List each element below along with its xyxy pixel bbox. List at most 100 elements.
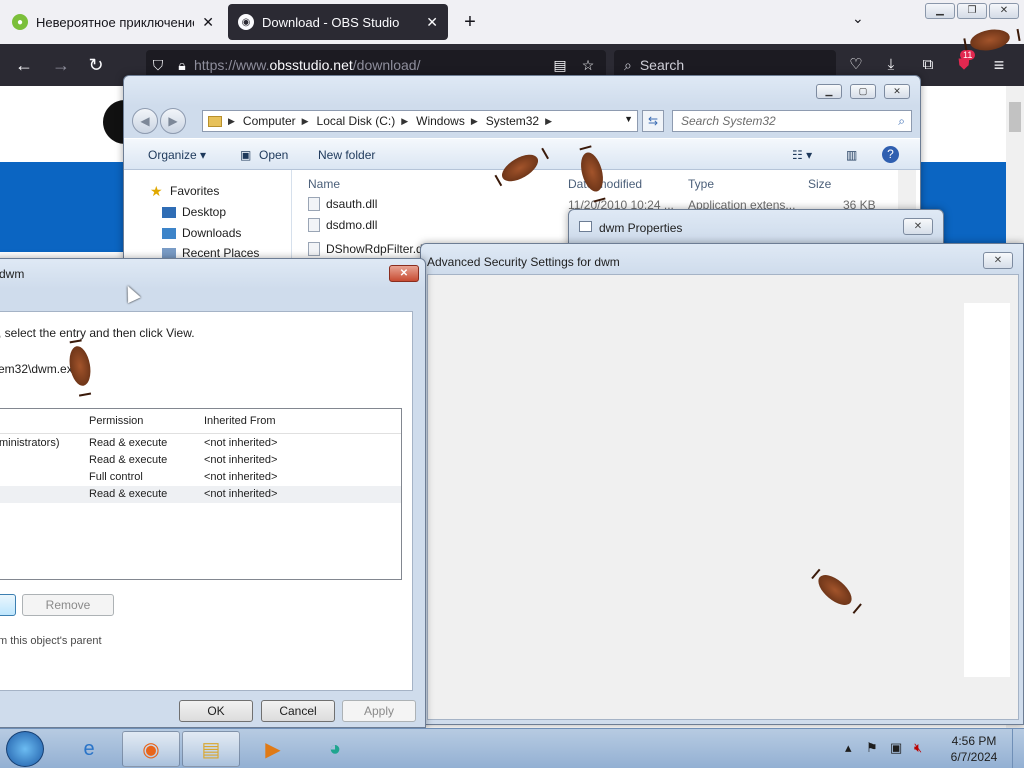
table-row[interactable]: Read & execute <not inherited> [0, 486, 401, 503]
address-bar[interactable]: ▶ Computer ▶ Local Disk (C:) ▶ Windows ▶… [202, 110, 638, 132]
chevron-right-icon[interactable]: ▶ [471, 116, 478, 127]
sidebar-item-favorites[interactable]: ★ Favorites [150, 184, 220, 199]
file-name: DShowRdpFilter.dll [326, 242, 429, 256]
navigation-pane: ★ Favorites Desktop Downloads Recent Pla… [124, 170, 292, 260]
open-icon[interactable]: ▣ [240, 148, 251, 162]
table-row[interactable]: Full control <not inherited> [0, 469, 401, 486]
maximize-button[interactable]: ▢ [850, 84, 876, 99]
internet-explorer-icon[interactable]: e [60, 731, 118, 767]
app-icon[interactable]: ◕ [306, 731, 364, 767]
preview-pane-icon[interactable]: ▥ [846, 148, 857, 162]
chevron-right-icon[interactable]: ▶ [545, 116, 552, 127]
add-button[interactable] [0, 594, 16, 616]
close-tab-icon[interactable]: ✕ [426, 14, 438, 31]
tab-novel-adventure[interactable]: ● Невероятное приключение Д ✕ [2, 4, 224, 40]
media-player-icon[interactable]: ▶ [244, 731, 302, 767]
dll-file-icon [308, 242, 320, 256]
volume-muted-icon[interactable]: 🔇︎ [914, 740, 922, 756]
file-row[interactable]: dsauth.dll [308, 197, 377, 211]
ok-button[interactable]: OK [179, 700, 253, 722]
organize-button[interactable]: Organize ▾ [148, 148, 206, 162]
column-header-name[interactable]: Name [308, 177, 340, 191]
table-row[interactable]: ministrators) Read & execute <not inheri… [0, 435, 401, 452]
chevron-up-icon[interactable]: ▴ [845, 740, 852, 756]
clock-time: 4:56 PM [951, 734, 997, 748]
reload-icon[interactable]: ↻ [83, 53, 109, 77]
start-button[interactable] [6, 731, 44, 767]
permission-cell: Read & execute [89, 437, 168, 449]
new-tab-button[interactable]: + [458, 8, 482, 36]
close-button[interactable]: ✕ [884, 84, 910, 99]
header-divider [0, 433, 401, 434]
close-button[interactable]: ✕ [389, 265, 419, 282]
chevron-right-icon[interactable]: ▶ [401, 116, 408, 127]
sidebar-item-desktop[interactable]: Desktop [162, 205, 226, 219]
cancel-button[interactable]: Cancel [261, 700, 335, 722]
instruction-text: , select the entry and then click View. [0, 326, 195, 340]
sidebar-item-label: Favorites [170, 184, 220, 198]
help-icon[interactable]: ? [882, 146, 899, 163]
inherited-cell: <not inherited> [204, 454, 278, 466]
column-header-inherited-from[interactable]: Inherited From [204, 415, 276, 427]
chevron-right-icon[interactable]: ▶ [228, 116, 235, 127]
firefox-icon[interactable]: ◉ [122, 731, 180, 767]
file-row[interactable]: DShowRdpFilter.dll [308, 239, 428, 259]
close-button[interactable]: ✕ [903, 218, 933, 235]
pocket-icon[interactable]: ♡ [843, 53, 869, 77]
reader-view-icon[interactable]: ▤ [548, 57, 572, 74]
back-button[interactable]: ◀ [132, 108, 158, 134]
maximize-button[interactable]: ❐ [957, 3, 987, 19]
url-scheme: https://www. [194, 57, 270, 73]
tab-obs-download[interactable]: ◉ Download - OBS Studio ✕ [228, 4, 448, 40]
downloads-icon[interactable]: ⤓ [878, 53, 904, 77]
new-folder-button[interactable]: New folder [318, 148, 375, 162]
clock[interactable]: 4:56 PM 6/7/2024 [944, 733, 1004, 765]
chevron-right-icon[interactable]: ▶ [302, 116, 309, 127]
sidebar-item-downloads[interactable]: Downloads [162, 226, 241, 240]
close-tab-icon[interactable]: ✕ [202, 14, 214, 31]
permission-cell: Read & execute [89, 454, 168, 466]
menu-icon[interactable]: ≡ [986, 53, 1012, 77]
extensions-icon[interactable]: ⧉ [915, 53, 941, 77]
table-row[interactable]: Read & execute <not inherited> [0, 452, 401, 469]
shield-icon[interactable]: ⛉ [146, 57, 170, 74]
flag-icon[interactable]: ⚑ [866, 740, 878, 756]
permission-entries-grid[interactable]: Permission Inherited From ministrators) … [0, 408, 402, 580]
close-window-button[interactable]: ✕ [989, 3, 1019, 19]
inherit-label: m this object's parent [0, 635, 102, 647]
breadcrumb-computer[interactable]: Computer [243, 114, 296, 128]
network-icon[interactable]: ▣ [890, 740, 902, 756]
show-desktop-button[interactable] [1012, 729, 1024, 768]
breadcrumb-local-disk[interactable]: Local Disk (C:) [317, 114, 396, 128]
scrollbar-thumb[interactable] [1009, 102, 1021, 132]
recent-places-icon [162, 247, 176, 259]
column-header-type[interactable]: Type [688, 177, 714, 191]
minimize-button[interactable]: ▁ [925, 3, 955, 19]
forward-button[interactable]: ▶ [160, 108, 186, 134]
lock-icon[interactable]: 🔒︎ [170, 57, 194, 74]
explorer-icon[interactable]: ▤ [182, 731, 240, 767]
principal-cell: ministrators) [0, 437, 60, 449]
search-input[interactable]: Search System32 ⌕ [672, 110, 912, 132]
breadcrumb-windows[interactable]: Windows [416, 114, 465, 128]
search-icon[interactable]: ⌕ [898, 111, 905, 131]
view-options-icon[interactable]: ☷ ▾ [792, 148, 812, 162]
back-arrow-icon[interactable]: ← [11, 53, 37, 77]
bookmark-star-icon[interactable]: ☆ [576, 57, 600, 74]
column-header-date[interactable]: Date modified [568, 177, 642, 191]
column-header-size[interactable]: Size [808, 177, 831, 191]
list-all-tabs-button[interactable]: ⌄ [852, 10, 864, 27]
apply-button[interactable]: Apply [342, 700, 416, 722]
open-button[interactable]: Open [259, 148, 288, 162]
breadcrumb-system32[interactable]: System32 [486, 114, 539, 128]
column-header-permission[interactable]: Permission [89, 415, 143, 427]
remove-button[interactable]: Remove [22, 594, 114, 616]
minimize-button[interactable]: ▁ [816, 84, 842, 99]
chevron-down-icon[interactable]: ▼ [624, 114, 633, 124]
dll-file-icon [308, 197, 320, 211]
close-button[interactable]: ✕ [983, 252, 1013, 269]
forward-arrow-icon[interactable]: → [48, 53, 74, 77]
file-row[interactable]: dsdmo.dll [308, 218, 377, 232]
permission-cell: Full control [89, 471, 143, 483]
refresh-button[interactable]: ⇆ [642, 110, 664, 132]
